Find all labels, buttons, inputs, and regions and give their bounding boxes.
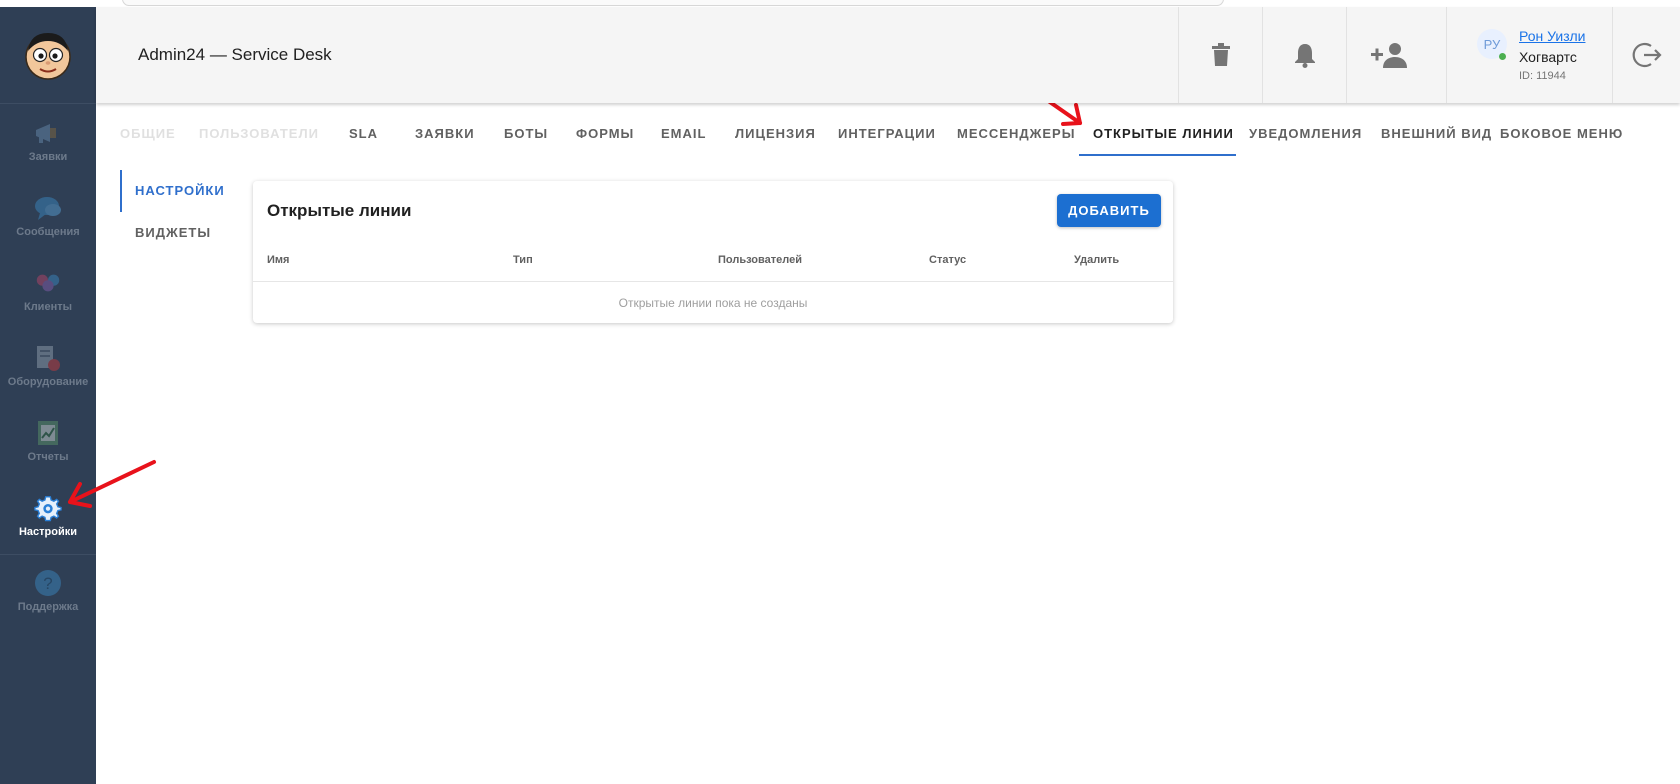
subtab-settings[interactable]: НАСТРОЙКИ [120, 170, 225, 212]
nav-label: Оборудование [7, 375, 89, 388]
subtab-widgets[interactable]: ВИДЖЕТЫ [120, 212, 211, 254]
column-header-delete[interactable]: Удалить [1074, 254, 1119, 266]
nav-item-tickets[interactable]: Заявки [0, 103, 96, 178]
nav-label: Заявки [28, 150, 68, 163]
add-user-icon [1371, 43, 1407, 68]
tab-appearance[interactable]: ВНЕШНИЙ ВИД [1381, 113, 1492, 155]
logout-button[interactable] [1612, 7, 1680, 103]
tab-sla[interactable]: SLA [349, 113, 378, 155]
open-lines-card: Открытые линии ДОБАВИТЬ Имя Тип Пользова… [253, 181, 1173, 323]
nav-label: Клиенты [23, 300, 72, 313]
top-header: Admin24 — Service Desk РУ Рон Уизли Хогв… [96, 7, 1680, 103]
app-logo[interactable] [0, 7, 96, 104]
user-id: ID: 11944 [1519, 70, 1566, 82]
column-header-type[interactable]: Тип [513, 254, 533, 266]
tab-tickets[interactable]: ЗАЯВКИ [415, 113, 475, 155]
tab-notifications[interactable]: УВЕДОМЛЕНИЯ [1249, 113, 1362, 155]
megaphone-icon [34, 119, 62, 147]
column-header-name[interactable]: Имя [267, 254, 289, 266]
tab-messengers[interactable]: МЕССЕНДЖЕРЫ [957, 113, 1075, 155]
address-bar[interactable] [122, 0, 1224, 6]
avatar-face-icon [25, 33, 71, 80]
notifications-button[interactable] [1262, 7, 1347, 103]
settings-tabs: ОБЩИЕ ПОЛЬЗОВАТЕЛИ SLA ЗАЯВКИ БОТЫ ФОРМЫ… [96, 113, 1680, 157]
tab-general[interactable]: ОБЩИЕ [120, 113, 176, 155]
sidebar: Заявки Сообщения Клиенты Оборудование От… [0, 7, 96, 784]
empty-state-text: Открытые линии пока не созданы [618, 296, 808, 310]
nav-item-messages[interactable]: Сообщения [0, 178, 96, 253]
logout-icon [1632, 42, 1662, 68]
active-tab-indicator [1079, 154, 1236, 156]
tab-license[interactable]: ЛИЦЕНЗИЯ [735, 113, 816, 155]
browser-strip [0, 0, 1680, 7]
tab-forms[interactable]: ФОРМЫ [576, 113, 634, 155]
reports-icon [34, 419, 62, 447]
gear-icon [34, 494, 62, 522]
chat-icon [34, 194, 62, 222]
svg-text:?: ? [43, 574, 52, 593]
nav-item-equipment[interactable]: Оборудование [0, 328, 96, 403]
bell-icon [1295, 44, 1315, 68]
card-title: Открытые линии [267, 201, 412, 220]
nav-item-settings[interactable]: Настройки [0, 478, 96, 553]
trash-button[interactable] [1178, 7, 1263, 103]
user-name-link[interactable]: Рон Уизли [1519, 28, 1585, 44]
page-title: Admin24 — Service Desk [138, 45, 332, 64]
tab-side-menu[interactable]: БОКОВОЕ МЕНЮ [1500, 113, 1623, 155]
nav-label: Отчеты [27, 450, 69, 463]
nav-item-clients[interactable]: Клиенты [0, 253, 96, 328]
tab-email[interactable]: EMAIL [661, 113, 706, 155]
nav-label: Настройки [18, 525, 78, 538]
tab-integrations[interactable]: ИНТЕГРАЦИИ [838, 113, 936, 155]
equipment-icon [34, 344, 62, 372]
trash-icon [1212, 43, 1230, 66]
tab-bots[interactable]: БОТЫ [504, 113, 548, 155]
add-user-button[interactable] [1346, 7, 1431, 103]
nav-label: Сообщения [16, 225, 80, 238]
table-divider [253, 281, 1173, 282]
clients-icon [34, 269, 62, 297]
tab-users[interactable]: ПОЛЬЗОВАТЕЛИ [199, 113, 319, 155]
column-header-users[interactable]: Пользователей [718, 254, 802, 266]
column-header-status[interactable]: Статус [929, 254, 966, 266]
online-status-dot [1499, 53, 1506, 60]
help-icon: ? [34, 569, 62, 597]
tab-open-lines[interactable]: ОТКРЫТЫЕ ЛИНИИ [1093, 113, 1234, 155]
add-button[interactable]: ДОБАВИТЬ [1057, 194, 1161, 227]
nav-item-support[interactable]: ? Поддержка [0, 553, 96, 628]
user-profile: РУ Рон Уизли Хогвартс ID: 11944 [1446, 7, 1613, 103]
nav-item-reports[interactable]: Отчеты [0, 403, 96, 478]
user-organization: Хогвартс [1519, 49, 1577, 65]
nav-label: Поддержка [17, 600, 79, 613]
